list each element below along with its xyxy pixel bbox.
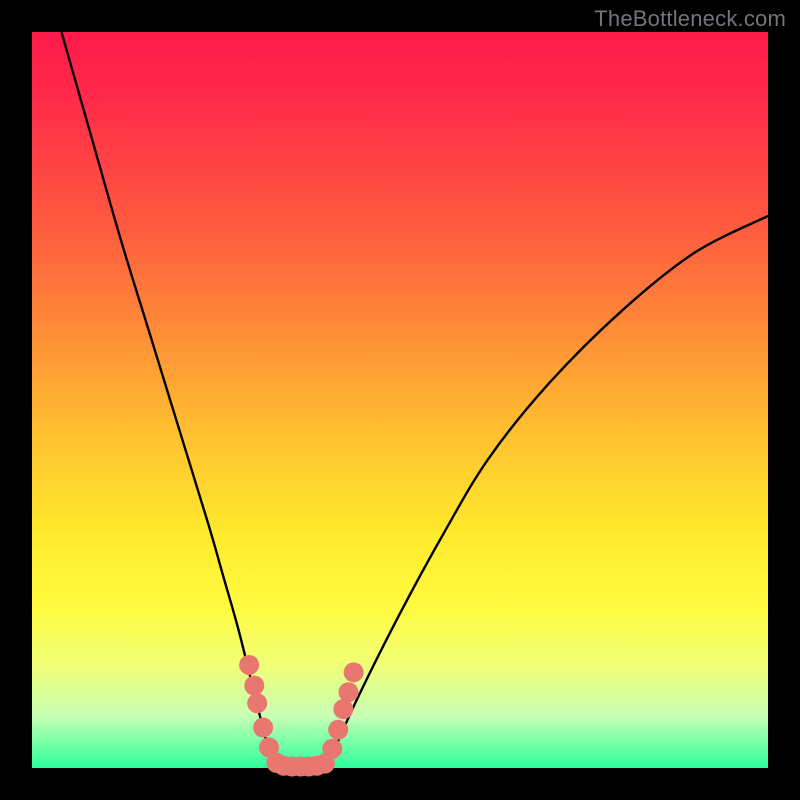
watermark-text: TheBottleneck.com xyxy=(594,6,786,32)
chart-frame: TheBottleneck.com xyxy=(0,0,800,800)
plot-area xyxy=(32,32,768,768)
